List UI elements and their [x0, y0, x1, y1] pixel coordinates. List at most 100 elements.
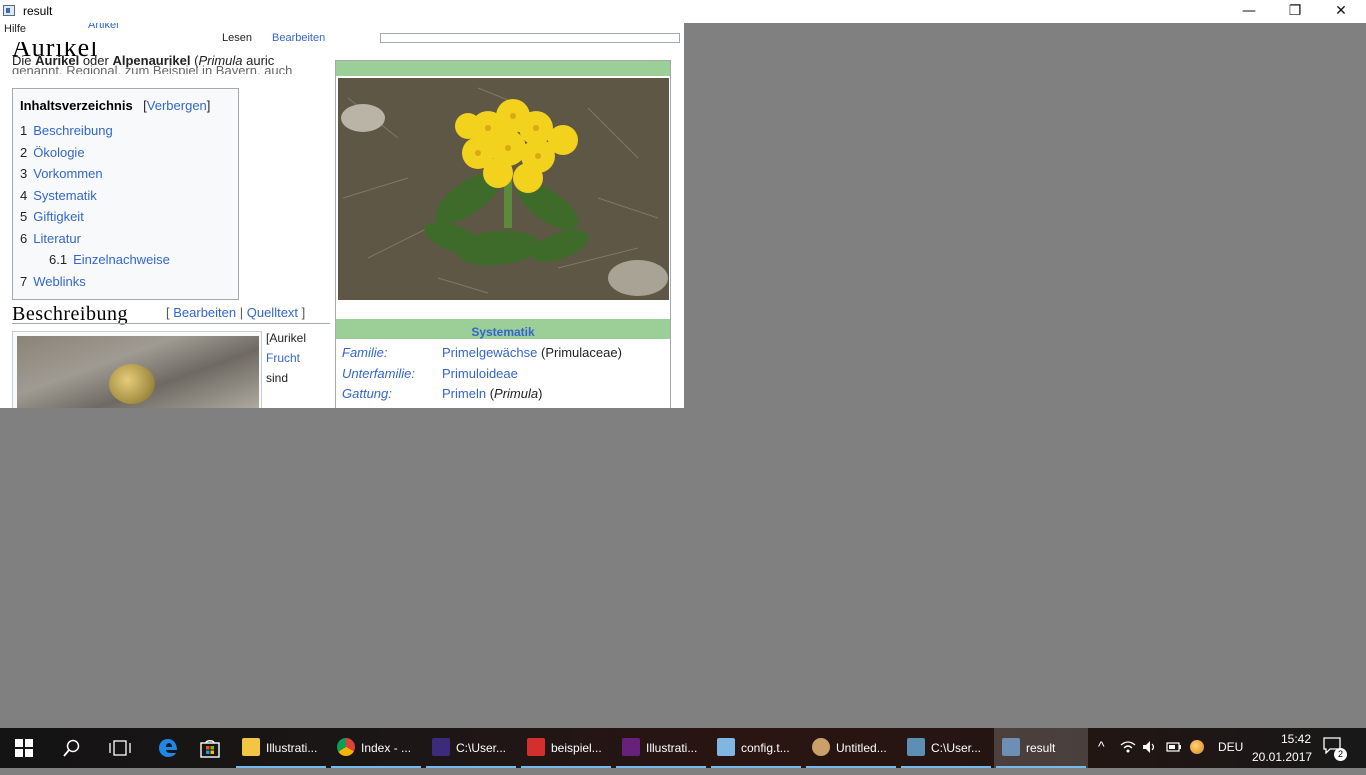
taxobox-latin-text: Primulaceae: [545, 345, 618, 360]
taxobox-value: Primelgewächse (Primulaceae): [442, 343, 622, 363]
taxobox-value-latin: (Primulaceae): [541, 345, 622, 360]
taskbar-app-label: Illustrati...: [266, 741, 318, 755]
description-thumbnail[interactable]: [12, 331, 262, 408]
taxobox-header-bar: [336, 61, 670, 76]
toc-label[interactable]: Vorkommen: [33, 166, 102, 181]
volume-icon[interactable]: [1142, 740, 1158, 754]
taskbar-app-chrome[interactable]: Index - ...: [329, 728, 423, 768]
taxobox-systematik-header[interactable]: Systematik: [336, 319, 670, 339]
taskbar-app-paint[interactable]: Untitled...: [804, 728, 898, 768]
window-app-icon: [3, 5, 15, 16]
task-view-button[interactable]: [96, 728, 144, 768]
taskbar-app-console[interactable]: C:\User...: [899, 728, 993, 768]
taskbar-app-label: beispiel...: [551, 741, 602, 755]
toc-item-systematik[interactable]: 4 Systematik: [20, 185, 231, 207]
action-center-button[interactable]: 2: [1322, 736, 1347, 761]
taxobox-label[interactable]: Unterfamilie:: [342, 364, 415, 384]
taxobox-latin-text: Primula: [494, 386, 539, 401]
toc-number: 6.1: [49, 252, 68, 267]
maximize-button[interactable]: ❐: [1272, 0, 1318, 23]
edit-section-link[interactable]: Bearbeiten: [173, 305, 236, 320]
jpx-icon: [432, 738, 450, 756]
taxobox-label[interactable]: Familie:: [342, 343, 388, 363]
tab-lesen[interactable]: Lesen: [222, 32, 252, 43]
language-indicator[interactable]: DEU: [1218, 740, 1243, 754]
edge-button[interactable]: [144, 728, 192, 768]
toc-label[interactable]: Systematik: [33, 188, 97, 203]
taskbar-app-notepad[interactable]: config.t...: [709, 728, 803, 768]
taskbar-app-result[interactable]: result: [994, 728, 1088, 768]
taxobox-value-link[interactable]: Primuloideae: [442, 366, 518, 381]
toc-number: 6: [20, 230, 28, 246]
taskbar-app-jpx[interactable]: C:\User...: [424, 728, 518, 768]
taskbar-app-visual-studio[interactable]: Illustrati...: [614, 728, 708, 768]
minimize-button[interactable]: —: [1226, 0, 1272, 23]
toc-label[interactable]: Literatur: [33, 231, 81, 246]
taxobox-row-familie: Familie: Primelgewächse (Primulaceae): [336, 343, 670, 363]
toc-label[interactable]: Ökologie: [33, 145, 84, 160]
flower-bud-shape: [109, 364, 155, 404]
taskbar-app-label: config.t...: [741, 741, 790, 755]
weather-icon[interactable]: [1190, 740, 1204, 754]
tab-bearbeiten[interactable]: Bearbeiten: [272, 32, 325, 43]
toc-number: 1: [20, 123, 28, 138]
yellow-primrose-illustration: [338, 78, 669, 300]
section-edit-links: [ Bearbeiten | Quelltext ]: [166, 305, 305, 320]
toc-label[interactable]: Giftigkeit: [33, 209, 84, 224]
toc-item-giftigkeit[interactable]: 5 Giftigkeit: [20, 206, 231, 228]
toc-hide-link[interactable]: Verbergen: [147, 98, 207, 113]
toc-item-oekologie[interactable]: 2 Ökologie: [20, 142, 231, 164]
clock-date[interactable]: 20.01.2017: [1252, 750, 1312, 764]
toc-number: 3: [20, 166, 28, 181]
taxobox-photo[interactable]: [338, 78, 669, 300]
console-icon: [907, 738, 925, 756]
toc-item-literatur[interactable]: 6 Literatur: [20, 228, 231, 250]
clock-time[interactable]: 15:42: [1266, 732, 1326, 746]
description-text-fragment: [Aurikel Frucht sind: [266, 328, 332, 388]
taskbar: Illustrati... Index - ... C:\User... bei…: [0, 728, 1366, 768]
edit-separator: |: [236, 305, 247, 320]
side-text-link[interactable]: Frucht: [266, 348, 332, 368]
toc-item-einzelnachweise[interactable]: 6.1 Einzelnachweise: [20, 249, 231, 271]
section-divider: [12, 323, 330, 324]
search-icon: [63, 739, 80, 757]
toc-toggle[interactable]: [Verbergen]: [143, 98, 210, 113]
taxobox-value-latin: (Primula): [489, 386, 543, 401]
taskbar-app-explorer[interactable]: Illustrati...: [234, 728, 328, 768]
close-button[interactable]: ✕: [1318, 0, 1364, 23]
edge-icon: [159, 739, 177, 757]
window-icon: [1002, 738, 1020, 756]
edit-source-link[interactable]: Quelltext: [247, 305, 298, 320]
taxobox-value-link[interactable]: Primelgewächse: [442, 345, 537, 360]
paint-icon: [812, 738, 830, 756]
search-input[interactable]: [380, 33, 680, 43]
rendered-page: Hilfe Artikel Lesen Bearbeiten Aurikel D…: [0, 23, 684, 408]
search-button[interactable]: [48, 728, 96, 768]
windows-logo-icon: [15, 739, 33, 757]
window-title: result: [23, 4, 53, 18]
pdf-icon: [527, 738, 545, 756]
taskbar-app-label: result: [1026, 741, 1056, 755]
taxobox-value: Primeln (Primula): [442, 384, 542, 404]
window-titlebar[interactable]: result — ❐ ✕: [0, 0, 1366, 23]
toc-label[interactable]: Weblinks: [33, 274, 86, 289]
task-view-icon: [109, 740, 131, 756]
show-hidden-icons-button[interactable]: ^: [1098, 738, 1105, 754]
toc-label[interactable]: Einzelnachweise: [73, 252, 170, 267]
toc-item-vorkommen[interactable]: 3 Vorkommen: [20, 163, 231, 185]
toc-item-beschreibung[interactable]: 1 Beschreibung: [20, 120, 231, 142]
battery-icon[interactable]: [1166, 741, 1182, 753]
tab-artikel[interactable]: Artikel: [88, 23, 119, 31]
store-button[interactable]: [186, 728, 234, 768]
taxobox-label[interactable]: Gattung:: [342, 384, 392, 404]
page-header-fragment: Hilfe Artikel Lesen Bearbeiten: [0, 23, 684, 43]
taxobox-value-link[interactable]: Primeln: [442, 386, 486, 401]
toc-item-weblinks[interactable]: 7 Weblinks: [20, 271, 231, 293]
start-button[interactable]: [0, 728, 48, 768]
tab-hilfe[interactable]: Hilfe: [4, 23, 26, 35]
visual-studio-icon: [622, 738, 640, 756]
toc-label[interactable]: Beschreibung: [33, 123, 113, 138]
wifi-icon[interactable]: [1120, 740, 1136, 754]
taskbar-app-pdf[interactable]: beispiel...: [519, 728, 613, 768]
toc-number: 2: [20, 144, 28, 160]
